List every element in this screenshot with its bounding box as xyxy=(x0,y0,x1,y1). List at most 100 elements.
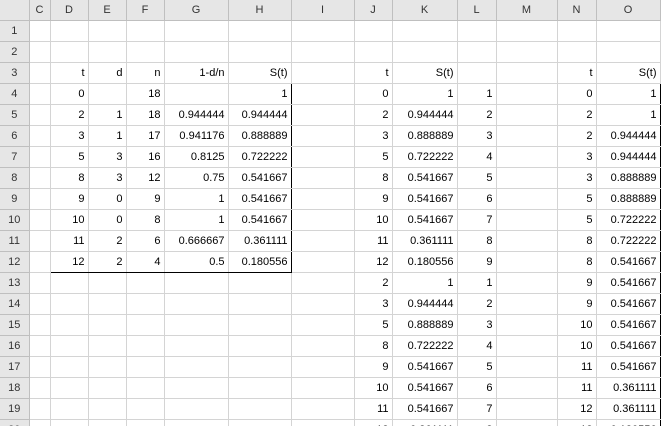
row-header[interactable]: 13 xyxy=(0,272,30,294)
cell-i7[interactable] xyxy=(291,146,355,168)
cell-e5[interactable]: 1 xyxy=(88,104,127,126)
row-header[interactable]: 14 xyxy=(0,293,30,315)
cell-c15[interactable] xyxy=(29,314,51,336)
cell-j13[interactable]: 2 xyxy=(354,272,393,294)
cell-d10[interactable]: 10 xyxy=(49,209,89,231)
cell-l14[interactable]: 2 xyxy=(457,293,497,315)
cell-n7[interactable]: 3 xyxy=(556,146,597,168)
cell-c17[interactable] xyxy=(29,356,51,378)
cell-m3[interactable] xyxy=(496,62,558,84)
cell-d17[interactable] xyxy=(50,356,89,378)
cell-i2[interactable] xyxy=(291,41,355,63)
cell-m10[interactable] xyxy=(496,209,558,231)
cell-c14[interactable] xyxy=(29,293,51,315)
cell-c11[interactable] xyxy=(29,230,51,252)
cell-h6[interactable]: 0.888889 xyxy=(228,125,292,147)
cell-l6[interactable]: 3 xyxy=(457,125,497,147)
cell-h5[interactable]: 0.944444 xyxy=(228,104,292,126)
cell-l7[interactable]: 4 xyxy=(457,146,497,168)
cell-k11[interactable]: 0.361111 xyxy=(392,230,458,252)
cell-c7[interactable] xyxy=(29,146,51,168)
cell-i19[interactable] xyxy=(291,398,355,420)
cell-m17[interactable] xyxy=(496,356,558,378)
cell-m13[interactable] xyxy=(496,272,558,294)
cell-n3[interactable]: t xyxy=(557,62,597,84)
cell-j14[interactable]: 3 xyxy=(354,293,393,315)
cell-j19[interactable]: 11 xyxy=(354,398,393,420)
cell-g6[interactable]: 0.941176 xyxy=(164,125,229,147)
column-header-m[interactable]: M xyxy=(496,0,558,21)
cell-d11[interactable]: 11 xyxy=(49,230,89,252)
cell-e7[interactable]: 3 xyxy=(88,146,127,168)
cell-m8[interactable] xyxy=(496,167,558,189)
cell-j7[interactable]: 5 xyxy=(354,146,393,168)
cell-n1[interactable] xyxy=(557,20,597,42)
cell-f2[interactable] xyxy=(126,41,165,63)
cell-k2[interactable] xyxy=(392,41,458,63)
cell-i17[interactable] xyxy=(291,356,355,378)
cell-j12[interactable]: 12 xyxy=(354,251,393,273)
cell-m20[interactable] xyxy=(496,419,558,426)
cell-l3[interactable] xyxy=(457,62,497,84)
cell-l12[interactable]: 9 xyxy=(457,251,497,273)
cell-k17[interactable]: 0.541667 xyxy=(392,356,458,378)
cell-k20[interactable]: 0.361111 xyxy=(392,419,458,426)
cell-m7[interactable] xyxy=(496,146,558,168)
cell-n13[interactable]: 9 xyxy=(556,272,597,294)
row-header[interactable]: 17 xyxy=(0,356,30,378)
cell-l16[interactable]: 4 xyxy=(457,335,497,357)
column-header-o[interactable]: O xyxy=(596,0,661,21)
cell-h12[interactable]: 0.180556 xyxy=(228,251,292,273)
cell-c9[interactable] xyxy=(29,188,51,210)
cell-m6[interactable] xyxy=(496,125,558,147)
cell-h17[interactable] xyxy=(228,356,292,378)
cell-i6[interactable] xyxy=(291,125,355,147)
cell-f16[interactable] xyxy=(126,335,165,357)
column-header-d[interactable]: D xyxy=(50,0,89,21)
column-header-n[interactable]: N xyxy=(557,0,597,21)
cell-d3[interactable]: t xyxy=(50,62,89,84)
cell-g14[interactable] xyxy=(164,293,229,315)
cell-k5[interactable]: 0.944444 xyxy=(392,104,458,126)
cell-i16[interactable] xyxy=(291,335,355,357)
cell-o13[interactable]: 0.541667 xyxy=(596,272,661,294)
cell-h18[interactable] xyxy=(228,377,292,399)
column-header-l[interactable]: L xyxy=(457,0,497,21)
cell-g17[interactable] xyxy=(164,356,229,378)
cell-i14[interactable] xyxy=(291,293,355,315)
cell-l4[interactable]: 1 xyxy=(457,83,497,105)
cell-d8[interactable]: 8 xyxy=(49,167,89,189)
row-header[interactable]: 10 xyxy=(0,209,30,231)
column-header-c[interactable]: C xyxy=(29,0,51,21)
cell-o12[interactable]: 0.541667 xyxy=(596,251,661,273)
cell-e1[interactable] xyxy=(88,20,127,42)
cell-i15[interactable] xyxy=(291,314,355,336)
cell-n8[interactable]: 3 xyxy=(556,167,597,189)
cell-g16[interactable] xyxy=(164,335,229,357)
cell-o18[interactable]: 0.361111 xyxy=(596,377,661,399)
cell-h9[interactable]: 0.541667 xyxy=(228,188,292,210)
cell-c1[interactable] xyxy=(29,20,51,42)
cell-o1[interactable] xyxy=(596,20,661,42)
cell-c8[interactable] xyxy=(29,167,51,189)
cell-g18[interactable] xyxy=(164,377,229,399)
cell-e18[interactable] xyxy=(88,377,127,399)
cell-n18[interactable]: 11 xyxy=(556,377,597,399)
cell-c13[interactable] xyxy=(29,272,51,294)
cell-e3[interactable]: d xyxy=(88,62,127,84)
cell-k12[interactable]: 0.180556 xyxy=(392,251,458,273)
column-header-f[interactable]: F xyxy=(126,0,165,21)
cell-h7[interactable]: 0.722222 xyxy=(228,146,292,168)
cell-n19[interactable]: 12 xyxy=(556,398,597,420)
cell-j11[interactable]: 11 xyxy=(354,230,393,252)
cell-o10[interactable]: 0.722222 xyxy=(596,209,661,231)
cell-i13[interactable] xyxy=(291,272,355,294)
cell-o15[interactable]: 0.541667 xyxy=(596,314,661,336)
cell-c6[interactable] xyxy=(29,125,51,147)
cell-g12[interactable]: 0.5 xyxy=(164,251,229,273)
column-header-g[interactable]: G xyxy=(164,0,229,21)
cell-d19[interactable] xyxy=(50,398,89,420)
cell-o9[interactable]: 0.888889 xyxy=(596,188,661,210)
row-header[interactable]: 5 xyxy=(0,104,30,126)
cell-g11[interactable]: 0.666667 xyxy=(164,230,229,252)
